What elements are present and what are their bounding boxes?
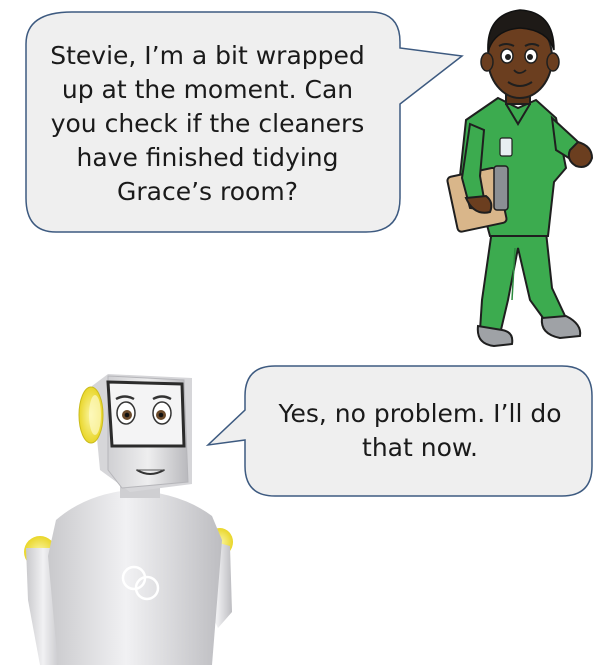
nurse-character-icon [446,9,594,348]
robot-speech-text: Yes, no problem. I’ll do that now. [278,398,562,462]
nurse-speech-text: Stevie, I’m a bit wrapped up at the mome… [50,41,365,206]
comic-scene: Stevie, I’m a bit wrapped up at the mome… [0,0,596,665]
stevie-robot-icon [24,374,233,665]
